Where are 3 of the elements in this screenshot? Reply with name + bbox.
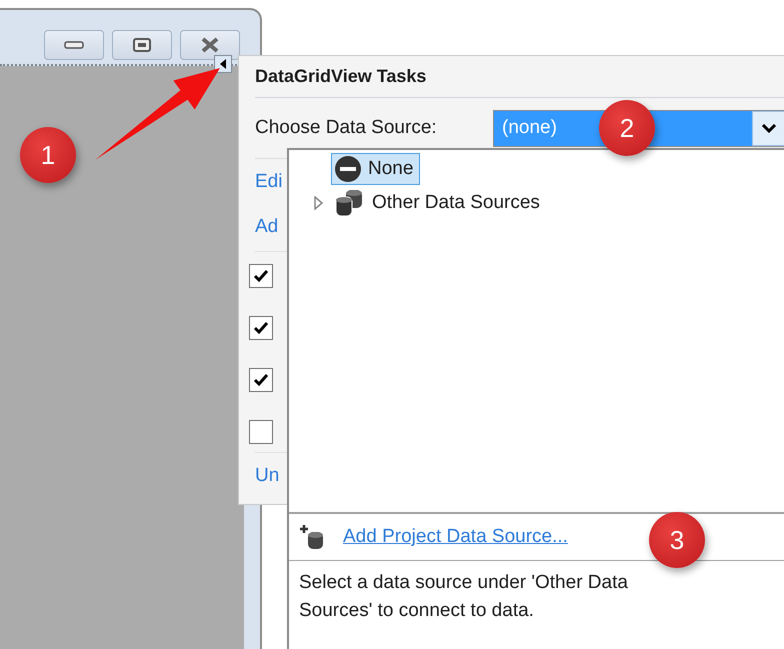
- description-text: Select a data source under 'Other Data Sources' to connect to data.: [298, 571, 629, 623]
- data-source-label: Choose Data Source:: [255, 117, 438, 139]
- panel-title: DataGridView Tasks: [255, 56, 784, 98]
